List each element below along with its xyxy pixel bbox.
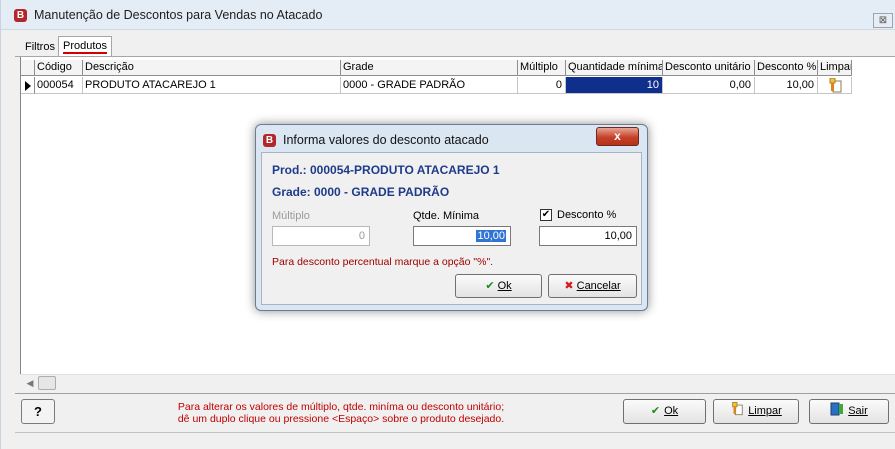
scroll-left-icon[interactable]: ◀ (23, 376, 37, 391)
dialog-logo-icon: B (263, 134, 276, 147)
footer-hint: Para alterar os valores de múltiplo, qtd… (151, 401, 531, 425)
cell-desconto-unitario[interactable]: 0,00 (663, 77, 755, 94)
discount-dialog: B Informa valores do desconto atacado x … (255, 124, 648, 311)
cell-desconto-pct[interactable]: 10,00 (755, 77, 818, 94)
tab-filtros[interactable]: Filtros (21, 38, 59, 58)
tab-produtos-label: Produtos (63, 40, 108, 54)
eraser-icon (730, 400, 744, 423)
ok-button-label: Ok (664, 405, 679, 417)
dialog-close-button[interactable]: x (596, 127, 639, 146)
dialog-ok-button[interactable]: ✔ Ok (455, 274, 542, 298)
limpar-button[interactable]: Limpar (713, 399, 799, 424)
cell-grade[interactable]: 0000 - GRADE PADRÃO (341, 77, 518, 94)
dialog-cancel-button[interactable]: ✖ Cancelar (548, 274, 637, 298)
qtde-minima-field[interactable]: 10,00 (413, 226, 511, 246)
cell-limpar[interactable] (818, 77, 852, 94)
multiplo-label: Múltiplo (272, 210, 310, 222)
row-indicator-header (21, 60, 35, 76)
cell-quantidade-minima[interactable]: 10 (566, 77, 663, 94)
dialog-title: Informa valores do desconto atacado (283, 133, 489, 147)
dialog-cancel-label: Cancelar (576, 280, 621, 292)
title-bar: B Manutenção de Descontos para Vendas no… (1, 0, 895, 30)
checkmark-icon: ✔ (650, 405, 661, 417)
scrollbar-thumb[interactable] (38, 376, 56, 390)
footer-hint-line-1: Para alterar os valores de múltiplo, qtd… (177, 401, 505, 413)
dialog-body: Prod.: 000054-PRODUTO ATACAREJO 1 Grade:… (261, 152, 642, 305)
desconto-pct-label[interactable]: Desconto % (557, 209, 616, 221)
dialog-grade: Grade: 0000 - GRADE PADRÃO (272, 185, 450, 199)
qtde-minima-label: Qtde. Mínima (413, 210, 480, 222)
app-logo-icon: B (14, 9, 27, 22)
qtde-minima-value: 10,00 (476, 230, 506, 242)
column-header-codigo[interactable]: Código (35, 60, 83, 76)
cell-codigo[interactable]: 000054 (35, 77, 83, 94)
column-header-desconto-unitario[interactable]: Desconto unitário (663, 60, 755, 76)
grid-header: Código Descrição Grade Múltiplo Quantida… (21, 60, 895, 76)
status-bar (15, 432, 895, 449)
window-close-button[interactable]: ⊠ (873, 13, 893, 28)
dialog-ok-label: Ok (497, 280, 512, 292)
column-header-grade[interactable]: Grade (341, 60, 518, 76)
help-button[interactable]: ? (21, 399, 55, 424)
window-title: Manutenção de Descontos para Vendas no A… (34, 8, 323, 22)
column-header-multiplo[interactable]: Múltiplo (518, 60, 566, 76)
cell-multiplo[interactable]: 0 (518, 77, 566, 94)
column-header-limpar[interactable]: Limpar (818, 60, 852, 76)
eraser-icon[interactable] (827, 78, 843, 93)
column-header-desconto-pct[interactable]: Desconto % (755, 60, 818, 76)
table-row[interactable]: 000054 PRODUTO ATACAREJO 1 0000 - GRADE … (21, 77, 895, 94)
dialog-product: Prod.: 000054-PRODUTO ATACAREJO 1 (272, 163, 500, 177)
cancel-x-icon: ✖ (564, 280, 574, 292)
dialog-hint: Para desconto percentual marque a opção … (272, 256, 494, 268)
horizontal-scrollbar[interactable]: ◀ ▶ (20, 374, 895, 391)
multiplo-field[interactable]: 0 (272, 226, 370, 246)
desconto-pct-field[interactable]: 10,00 (539, 226, 637, 246)
cell-descricao[interactable]: PRODUTO ATACAREJO 1 (83, 77, 341, 94)
exit-door-icon (830, 400, 844, 423)
sair-button[interactable]: Sair (809, 399, 889, 424)
limpar-button-label: Limpar (748, 405, 782, 417)
checkmark-icon: ✔ (485, 280, 495, 292)
tab-produtos[interactable]: Produtos (58, 36, 113, 57)
current-row-arrow-icon (21, 77, 35, 94)
sair-button-label: Sair (848, 405, 868, 417)
footer-hint-line-2: dê um duplo clique ou pressione <Espaço>… (177, 413, 505, 425)
column-header-descricao[interactable]: Descrição (83, 60, 341, 76)
desconto-pct-checkbox[interactable]: ✔ (540, 209, 552, 221)
ok-button[interactable]: ✔ Ok (623, 399, 706, 424)
column-header-quantidade-minima[interactable]: Quantidade mínima (566, 60, 663, 76)
